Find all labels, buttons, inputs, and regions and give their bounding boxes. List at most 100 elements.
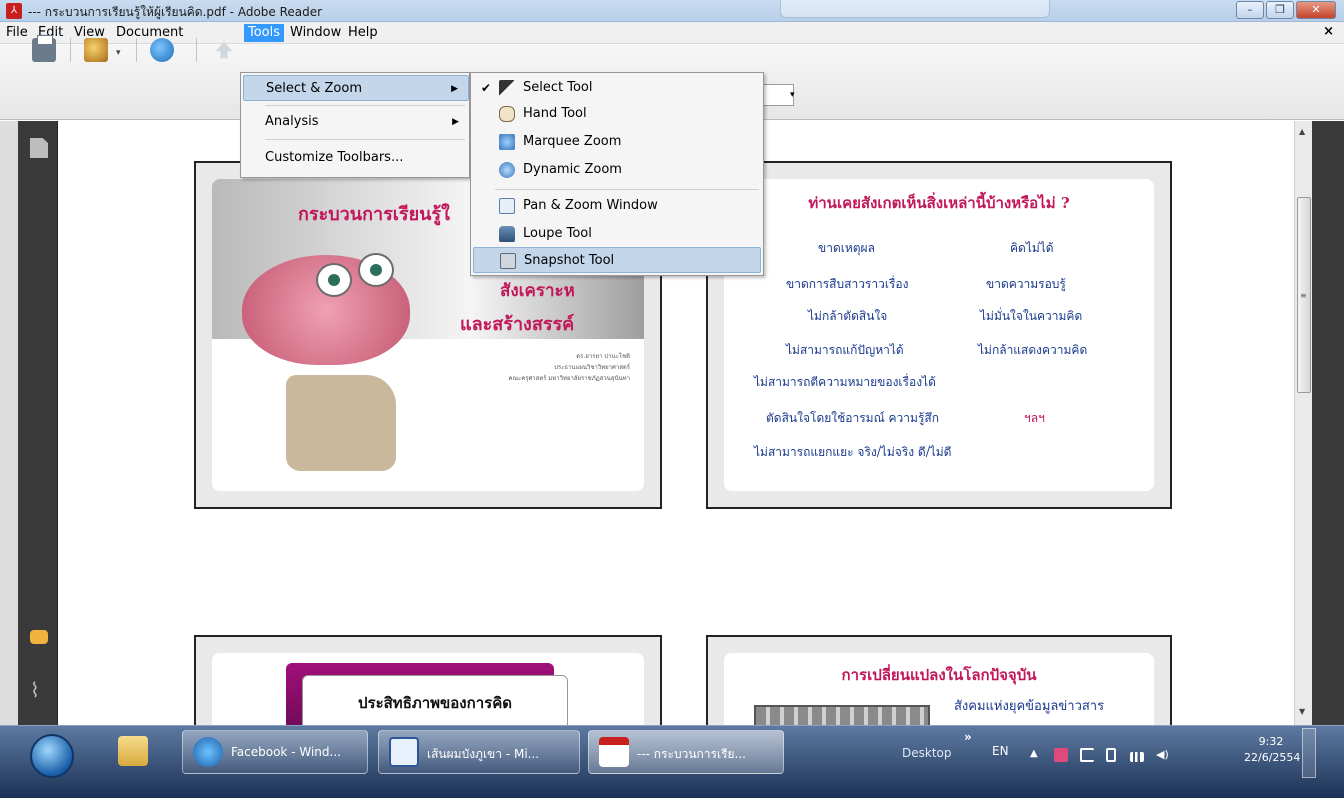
- list-item: ไม่สามารถตีความหมายของเรื่องได้: [754, 375, 936, 389]
- show-hidden-icons-icon[interactable]: ▲: [1030, 748, 1044, 762]
- chevron-down-icon[interactable]: ▾: [790, 90, 795, 100]
- clock-date: 22/6/2554: [1244, 751, 1301, 764]
- system-clock[interactable]: 9:32 22/6/2554: [1244, 734, 1301, 766]
- camera-icon: [500, 253, 516, 269]
- menu-file[interactable]: File: [2, 24, 32, 42]
- restore-button[interactable]: ❐: [1266, 1, 1294, 19]
- eye-illustration: [358, 253, 394, 287]
- taskbar-explorer[interactable]: [108, 730, 170, 774]
- menu-item-label: Customize Toolbars...: [265, 150, 404, 165]
- check-icon: ✔: [481, 81, 492, 95]
- close-button[interactable]: ✕: [1296, 1, 1336, 19]
- menu-item-customize-toolbars[interactable]: Customize Toolbars...: [243, 145, 469, 171]
- left-edge: [0, 121, 18, 725]
- slide-title: กระบวนการเรียนรู้ใ: [298, 204, 450, 225]
- menu-item-label: Select Tool: [523, 80, 593, 95]
- list-item: ขาดเหตุผล: [818, 241, 875, 255]
- adobe-reader-icon[interactable]: ⅄: [6, 3, 22, 19]
- taskbar-label: --- กระบวนการเรีย...: [637, 747, 746, 761]
- arrow-cursor-icon: [499, 80, 515, 96]
- menu-item-marquee-zoom[interactable]: Marquee Zoom: [473, 129, 761, 155]
- taskbar-adobe-reader[interactable]: --- กระบวนการเรีย...: [588, 730, 784, 774]
- menu-item-hand-tool[interactable]: Hand Tool: [473, 101, 761, 127]
- list-item: ไม่สามารถแยกแยะ จริง/ไม่จริง ดี/ไม่ดี: [754, 445, 952, 459]
- menu-item-analysis[interactable]: Analysis ▶: [243, 109, 469, 135]
- menu-item-label: Marquee Zoom: [523, 134, 622, 149]
- scroll-grip-icon: ≡: [1300, 291, 1307, 300]
- show-desktop-button[interactable]: [1302, 728, 1316, 778]
- menu-item-pan-zoom-window[interactable]: Pan & Zoom Window: [473, 193, 761, 219]
- list-item: ไม่กล้าแสดงความคิด: [978, 343, 1088, 357]
- menu-item-label: Loupe Tool: [523, 226, 592, 241]
- chevron-down-icon[interactable]: ▾: [116, 48, 121, 58]
- menu-window[interactable]: Window: [286, 24, 345, 42]
- menu-item-loupe-tool[interactable]: Loupe Tool: [473, 221, 761, 247]
- language-indicator[interactable]: EN: [992, 744, 1009, 758]
- list-item: ไม่มั่นใจในความคิด: [980, 309, 1083, 323]
- menu-item-label: Dynamic Zoom: [523, 162, 622, 177]
- menu-tools[interactable]: Tools: [244, 24, 285, 42]
- list-item: คิดไม่ได้: [1010, 241, 1054, 255]
- desktop-toolbar-label[interactable]: Desktop: [902, 746, 952, 760]
- slide-thumbnail: การเปลี่ยนแปลงในโลกปัจจุบัน สังคมแห่งยุค…: [706, 635, 1172, 725]
- start-button[interactable]: [30, 734, 74, 778]
- loupe-icon: [499, 226, 515, 242]
- menu-item-label: Snapshot Tool: [524, 253, 615, 268]
- create-pdf-icon[interactable]: [84, 38, 108, 62]
- slide-content: ท่านเคยสังเกตเห็นสิ่งเหล่านี้บ้างหรือไม่…: [724, 179, 1154, 491]
- window-title: --- กระบวนการเรียนรู้ให้ผู้เรียนคิด.pdf …: [28, 5, 323, 19]
- word-icon: [389, 737, 419, 767]
- pan-zoom-window-icon: [499, 198, 515, 214]
- author-line: คณะครุศาสตร์ มหาวิทยาลัยราชภัฏสวนสุนันทา: [508, 375, 630, 382]
- vertical-scrollbar[interactable]: ▲ ≡ ▼: [1294, 121, 1312, 725]
- menu-item-select-tool[interactable]: ✔ Select Tool: [473, 75, 761, 101]
- author-line: ดร.อารยา ปานะโชติ: [576, 353, 630, 360]
- network-signal-icon[interactable]: [1130, 752, 1144, 762]
- list-item: ไม่กล้าตัดสินใจ: [808, 309, 888, 323]
- pages-icon[interactable]: [30, 138, 48, 158]
- battery-icon[interactable]: [1106, 748, 1116, 762]
- menu-item-select-zoom[interactable]: Select & Zoom ▶: [243, 75, 469, 101]
- slide-content: ประสิทธิภาพของการคิด: [212, 653, 644, 725]
- slide-thumbnail: ท่านเคยสังเกตเห็นสิ่งเหล่านี้บ้างหรือไม่…: [706, 161, 1172, 509]
- minimize-button[interactable]: –: [1236, 1, 1264, 19]
- author-line: ประธานแผนวิชาวิทยาศาสตร์: [554, 364, 630, 371]
- list-item: ตัดสินใจโดยใช้อารมณ์ ความรู้สึก: [766, 411, 939, 425]
- collaborate-icon[interactable]: [150, 38, 174, 62]
- menu-separator: [495, 189, 759, 190]
- slide-title: ประสิทธิภาพของการคิด: [358, 694, 512, 712]
- submenu-arrow-icon: ▶: [451, 84, 458, 94]
- toolbar-separator: [70, 38, 71, 62]
- chevron-icon[interactable]: »: [964, 730, 972, 744]
- menu-item-snapshot-tool[interactable]: Snapshot Tool: [473, 247, 761, 273]
- menu-help[interactable]: Help: [344, 24, 382, 42]
- title-bar: ⅄ --- กระบวนการเรียนรู้ให้ผู้เรียนคิด.pd…: [0, 0, 1344, 22]
- taskbar-label: เส้นผมบังภูเขา - Mi...: [427, 747, 540, 761]
- toolbar-separator: [196, 38, 197, 62]
- taskbar-facebook[interactable]: Facebook - Wind...: [182, 730, 368, 774]
- volume-icon[interactable]: ◀): [1156, 748, 1170, 762]
- menu-separator: [265, 105, 465, 106]
- close-document-icon[interactable]: ×: [1323, 24, 1334, 39]
- list-item: ขาดความรอบรู้: [986, 277, 1066, 291]
- comments-icon[interactable]: [30, 630, 48, 644]
- scroll-down-icon[interactable]: ▼: [1299, 707, 1305, 716]
- slide-author: ดร.อารยา ปานะโชติ ประธานแผนวิชาวิทยาศาสต…: [508, 351, 630, 384]
- slide-thumbnail: ประสิทธิภาพของการคิด: [194, 635, 662, 725]
- pdf-icon: [599, 737, 629, 767]
- scroll-up-icon[interactable]: ▲: [1299, 127, 1305, 136]
- taskbar-label: Facebook - Wind...: [231, 745, 341, 759]
- slide-subtitle: และสร้างสรรค์: [460, 314, 575, 335]
- exercise-bike-illustration: [286, 375, 396, 471]
- printer-icon[interactable]: [32, 35, 56, 62]
- menu-item-dynamic-zoom[interactable]: Dynamic Zoom: [473, 157, 761, 183]
- action-center-flag-icon[interactable]: [1080, 748, 1094, 762]
- taskbar: Facebook - Wind... เส้นผมบังภูเขา - Mi..…: [0, 725, 1344, 798]
- attachments-icon[interactable]: ⌇: [30, 680, 48, 700]
- antivirus-icon[interactable]: [1054, 748, 1068, 762]
- taskbar-word[interactable]: เส้นผมบังภูเขา - Mi...: [378, 730, 580, 774]
- list-item: ขาดการสืบสาวราวเรื่อง: [786, 277, 909, 291]
- menu-document[interactable]: Document: [112, 24, 187, 42]
- list-item: ไม่สามารถแก้ปัญหาได้: [786, 343, 904, 357]
- ie-icon: [193, 737, 223, 767]
